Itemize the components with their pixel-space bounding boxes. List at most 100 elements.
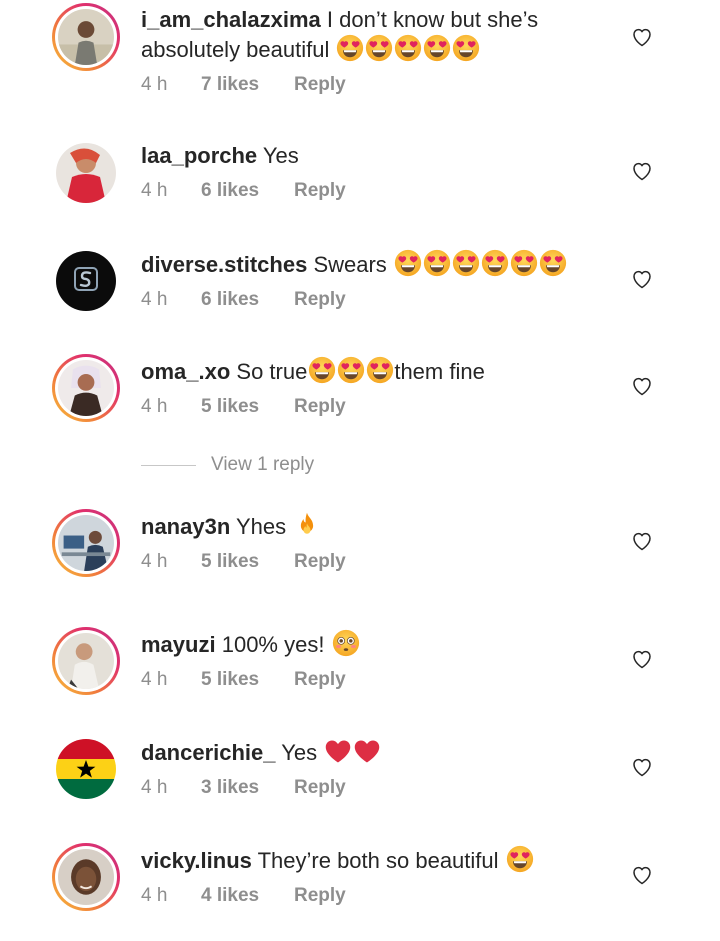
likes-count[interactable]: 6 likes — [201, 179, 294, 203]
like-heart-icon[interactable] — [630, 159, 654, 183]
avatar[interactable] — [52, 139, 120, 207]
comment-item: mayuzi 100% yes! 4 h 5 likes Reply — [0, 627, 720, 717]
likes-count[interactable]: 4 likes — [201, 884, 294, 908]
red-heart-emoji — [353, 737, 381, 765]
view-replies-button[interactable]: View 1 reply — [141, 452, 314, 478]
heart-eyes-emoji — [506, 845, 534, 873]
flushed-face-emoji — [332, 629, 360, 657]
reply-divider — [141, 464, 196, 466]
like-heart-icon[interactable] — [630, 647, 654, 671]
comment-text: So true — [236, 359, 308, 384]
reply-button[interactable]: Reply — [294, 73, 346, 97]
emoji-row — [323, 740, 381, 765]
username[interactable]: dancerichie_ — [141, 740, 276, 765]
comment-text: Swears — [313, 252, 387, 277]
brand-logo-icon — [56, 251, 116, 311]
comment-text: Yhes — [235, 514, 287, 539]
reply-button[interactable]: Reply — [294, 776, 346, 800]
likes-count[interactable]: 6 likes — [201, 288, 294, 312]
fire-emoji — [293, 511, 321, 539]
reply-button[interactable]: Reply — [294, 668, 346, 692]
like-heart-icon[interactable] — [630, 755, 654, 779]
likes-count[interactable]: 7 likes — [201, 73, 294, 97]
emoji-row — [335, 37, 480, 62]
heart-eyes-emoji — [308, 356, 336, 384]
avatar-image-icon — [56, 143, 116, 203]
avatar-image-icon — [58, 360, 114, 416]
comment-item: vicky.linus They’re both so beautiful 4 … — [0, 843, 720, 933]
heart-eyes-emoji — [423, 34, 451, 62]
username[interactable]: i_am_chalazxima — [141, 7, 321, 32]
heart-eyes-emoji — [366, 356, 394, 384]
comment-text-after: them fine — [394, 359, 485, 384]
avatar-image-icon — [58, 9, 114, 65]
emoji-row — [393, 252, 567, 277]
like-heart-icon[interactable] — [630, 529, 654, 553]
heart-eyes-emoji — [365, 34, 393, 62]
avatar[interactable] — [52, 509, 120, 577]
avatar-image-icon — [58, 633, 114, 689]
like-heart-icon[interactable] — [630, 25, 654, 49]
comment-meta: 4 h 6 likes Reply — [141, 179, 621, 203]
reply-button[interactable]: Reply — [294, 179, 346, 203]
likes-count[interactable]: 3 likes — [201, 776, 294, 800]
heart-eyes-emoji — [510, 249, 538, 277]
comment-item: i_am_chalazxima I don’t know but she’s a… — [0, 3, 720, 95]
avatar[interactable] — [52, 843, 120, 911]
reply-button[interactable]: Reply — [294, 288, 346, 312]
comment-text: Yes — [262, 143, 299, 168]
comment-meta: 4 h 6 likes Reply — [141, 288, 621, 312]
username[interactable]: nanay3n — [141, 514, 230, 539]
heart-eyes-emoji — [394, 34, 422, 62]
reply-button[interactable]: Reply — [294, 884, 346, 908]
timestamp: 4 h — [141, 396, 168, 417]
timestamp: 4 h — [141, 669, 168, 690]
username[interactable]: laa_porche — [141, 143, 257, 168]
username[interactable]: oma_.xo — [141, 359, 230, 384]
heart-eyes-emoji — [481, 249, 509, 277]
comment-meta: 4 h 7 likes Reply — [141, 73, 621, 97]
timestamp: 4 h — [141, 551, 168, 572]
comment-item: diverse.stitches Swears 4 h 6 likes Reply — [0, 247, 720, 337]
timestamp: 4 h — [141, 777, 168, 798]
comment-meta: 4 h 5 likes Reply — [141, 550, 621, 574]
username[interactable]: diverse.stitches — [141, 252, 307, 277]
likes-count[interactable]: 5 likes — [201, 550, 294, 574]
comment-text: They’re both so beautiful — [257, 848, 499, 873]
avatar[interactable] — [52, 3, 120, 71]
heart-eyes-emoji — [394, 249, 422, 277]
red-heart-emoji — [324, 737, 352, 765]
comment-item: oma_.xo So true them fine 4 h 5 likes Reply — [0, 354, 720, 444]
avatar[interactable] — [52, 354, 120, 422]
comment-meta: 4 h 5 likes Reply — [141, 395, 621, 419]
comment-item: laa_porche Yes 4 h 6 likes Reply — [0, 139, 720, 229]
like-heart-icon[interactable] — [630, 267, 654, 291]
avatar[interactable] — [52, 735, 120, 803]
timestamp: 4 h — [141, 74, 168, 95]
heart-eyes-emoji — [452, 249, 480, 277]
reply-button[interactable]: Reply — [294, 550, 346, 574]
avatar-image-icon — [58, 515, 114, 571]
username[interactable]: vicky.linus — [141, 848, 252, 873]
heart-eyes-emoji — [539, 249, 567, 277]
comment-meta: 4 h 5 likes Reply — [141, 668, 621, 692]
likes-count[interactable]: 5 likes — [201, 395, 294, 419]
likes-count[interactable]: 5 likes — [201, 668, 294, 692]
timestamp: 4 h — [141, 885, 168, 906]
view-replies-label: View 1 reply — [211, 454, 315, 475]
emoji-row — [307, 359, 394, 384]
reply-button[interactable]: Reply — [294, 395, 346, 419]
like-heart-icon[interactable] — [630, 863, 654, 887]
comment-text: Yes — [281, 740, 318, 765]
heart-eyes-emoji — [423, 249, 451, 277]
comment-item: nanay3n Yhes 4 h 5 likes Reply — [0, 509, 720, 599]
comment-text: 100% yes! — [221, 632, 325, 657]
avatar[interactable] — [52, 627, 120, 695]
comment-meta: 4 h 4 likes Reply — [141, 884, 621, 908]
avatar[interactable] — [52, 247, 120, 315]
like-heart-icon[interactable] — [630, 374, 654, 398]
username[interactable]: mayuzi — [141, 632, 216, 657]
comment-item: dancerichie_ Yes 4 h 3 likes Reply — [0, 735, 720, 825]
comment-meta: 4 h 3 likes Reply — [141, 776, 621, 800]
heart-eyes-emoji — [452, 34, 480, 62]
